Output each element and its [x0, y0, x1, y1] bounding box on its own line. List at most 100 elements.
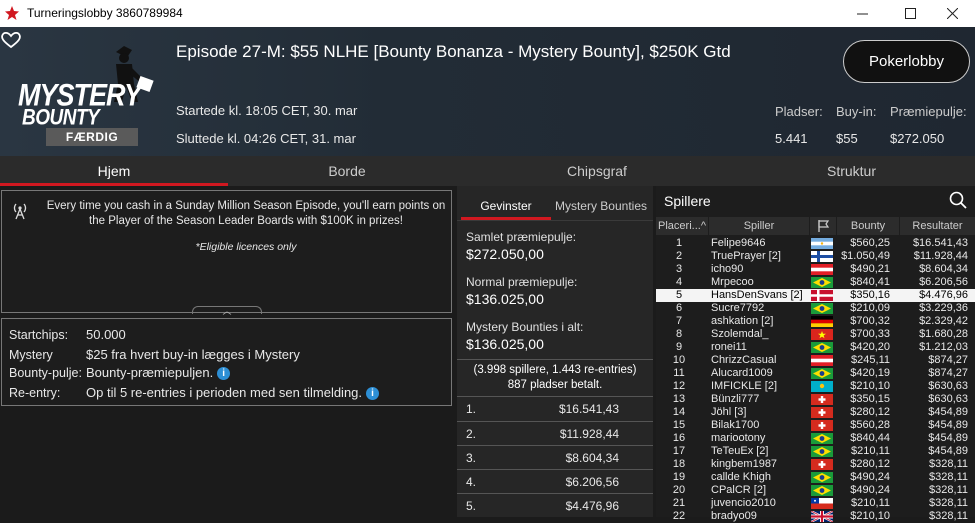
player-row[interactable]: 4 Mrpecoo $840,41 $6.206,56: [656, 276, 975, 289]
col-place-label: Placeri...: [658, 220, 701, 232]
total-prize-label: Samlet præmiepulje:: [466, 230, 577, 244]
col-header-player[interactable]: Spiller: [709, 217, 809, 235]
search-icon[interactable]: [949, 191, 967, 209]
country-flag-icon: [811, 446, 833, 457]
player-result: $328,11: [929, 497, 968, 509]
window-title: Turneringslobby 3860789984: [27, 6, 183, 20]
player-name: TeTeuEx [2]: [711, 445, 769, 457]
entries-summary: (3.998 spillere, 1.443 re-entries): [473, 364, 637, 376]
col-header-place[interactable]: Placeri...^: [656, 217, 708, 235]
col-header-flag[interactable]: [810, 217, 836, 235]
country-flag-icon: [811, 303, 833, 314]
prize-row: 5. $4.476,96: [457, 495, 653, 517]
mystery-value-1: $25 fra hvert buy-in lægges i Mystery: [86, 347, 300, 362]
player-result: $1.680,28: [919, 328, 968, 340]
player-result: $454,89: [928, 419, 968, 431]
player-name: Szolemdal_: [711, 328, 769, 340]
reentry-label: Re-entry:: [9, 386, 61, 400]
player-bounty: $210,11: [851, 497, 890, 509]
prize-row: 2. $11.928,44: [457, 423, 653, 445]
player-row[interactable]: 12 IMFICKLE [2] $210,10 $630,63: [656, 380, 975, 393]
player-bounty: $1.050,49: [841, 250, 890, 262]
prize-place: 3.: [466, 451, 477, 465]
player-bounty: $560,28: [850, 419, 890, 431]
player-result: $874,27: [928, 367, 968, 379]
player-row[interactable]: 16 mariootony $840,44 $454,89: [656, 432, 975, 445]
player-place: 13: [672, 393, 686, 405]
player-row[interactable]: 2 TruePrayer [2] $1.050,49 $11.928,44: [656, 250, 975, 263]
player-place: 16: [672, 432, 686, 444]
player-name: Felipe9646: [711, 237, 766, 249]
player-result: $630,63: [928, 393, 968, 405]
tab-chipsgraf[interactable]: Chipsgraf: [466, 156, 728, 186]
player-bounty: $420,20: [850, 341, 890, 353]
startchips-label: Startchips:: [9, 328, 69, 342]
info-icon[interactable]: i: [366, 387, 380, 400]
player-place: 17: [672, 445, 686, 457]
country-flag-icon: [811, 394, 833, 405]
player-row[interactable]: 5 HansDenSvans [2] $350,16 $4.476,96: [656, 289, 975, 302]
player-bounty: $245,11: [851, 354, 890, 366]
sort-asc-icon: ^: [700, 220, 706, 232]
flag-icon: [818, 220, 830, 232]
player-place: 8: [675, 328, 683, 340]
maximize-button[interactable]: [887, 0, 933, 27]
player-result: $328,11: [929, 484, 968, 496]
player-result: $2.329,42: [919, 315, 968, 327]
country-flag-icon: [811, 433, 833, 444]
player-row[interactable]: 1 Felipe9646 $560,25 $16.541,43: [656, 237, 975, 250]
player-place: 1: [675, 237, 683, 249]
col-header-result[interactable]: Resultater: [900, 217, 975, 235]
window-titlebar: Turneringslobby 3860789984: [0, 0, 975, 27]
player-row[interactable]: 6 Sucre7792 $210,09 $3.229,36: [656, 302, 975, 315]
tab-mystery-bounties[interactable]: Mystery Bounties: [551, 192, 651, 220]
player-row[interactable]: 15 Bilak1700 $560,28 $454,89: [656, 419, 975, 432]
player-place: 9: [675, 341, 683, 353]
reentry-value-row: Op til 5 re-entries i perioden med sen t…: [86, 385, 380, 400]
player-row[interactable]: 10 ChrizzCasual $245,11 $874,27: [656, 354, 975, 367]
player-place: 15: [672, 419, 686, 431]
player-name: Sucre7792: [711, 302, 765, 314]
player-row[interactable]: 21 juvencio2010 $210,11 $328,11: [656, 497, 975, 510]
prizepool-label: Præmiepulje:: [890, 104, 967, 119]
minimize-button[interactable]: [839, 0, 885, 27]
player-bounty: $280,12: [850, 406, 890, 418]
player-result: $630,63: [928, 380, 968, 392]
poker-lobby-button[interactable]: Pokerlobby: [843, 40, 970, 83]
player-row[interactable]: 17 TeTeuEx [2] $210,11 $454,89: [656, 445, 975, 458]
player-row[interactable]: 20 CPalCR [2] $490,24 $328,11: [656, 484, 975, 497]
player-row[interactable]: 9 ronei11 $420,20 $1.212,03: [656, 341, 975, 354]
close-icon: [946, 8, 958, 19]
player-row[interactable]: 18 kingbem1987 $280,12 $328,11: [656, 458, 975, 471]
player-name: ChrizzCasual: [711, 354, 777, 366]
tab-hjem[interactable]: Hjem: [0, 156, 228, 186]
country-flag-icon: [811, 368, 833, 379]
player-row[interactable]: 11 Alucard1009 $420,19 $874,27: [656, 367, 975, 380]
player-row[interactable]: 19 callde Khigh $490,24 $328,11: [656, 471, 975, 484]
player-row[interactable]: 8 Szolemdal_ $700,33 $1.680,28: [656, 328, 975, 341]
prize-amount: $4.476,96: [565, 499, 619, 513]
player-row[interactable]: 14 Jöhl [3] $280,12 $454,89: [656, 406, 975, 419]
tab-borde[interactable]: Borde: [228, 156, 466, 186]
chevron-up-icon: ︿: [222, 306, 232, 316]
player-row[interactable]: 3 icho90 $490,21 $8.604,34: [656, 263, 975, 276]
total-prize-value: $272.050,00: [466, 246, 544, 262]
tab-struktur[interactable]: Struktur: [728, 156, 975, 186]
startchips-value: 50.000: [86, 327, 126, 342]
info-icon[interactable]: i: [217, 367, 231, 380]
collapse-toggle[interactable]: ︿: [192, 306, 262, 316]
tab-gevinster[interactable]: Gevinster: [461, 192, 551, 220]
player-row[interactable]: 13 Bünzli777 $350,15 $630,63: [656, 393, 975, 406]
prize-place: 4.: [466, 475, 477, 489]
player-bounty: $840,44: [850, 432, 890, 444]
player-name: HansDenSvans [2]: [711, 289, 803, 301]
close-button[interactable]: [929, 0, 975, 27]
player-row[interactable]: 7 ashkation [2] $700,32 $2.329,42: [656, 315, 975, 328]
promo-box: Every time you cash in a Sunday Million …: [1, 190, 452, 316]
player-place: 7: [675, 315, 683, 327]
col-header-bounty[interactable]: Bounty: [837, 217, 899, 235]
country-flag-icon: [811, 472, 833, 483]
player-bounty: $560,25: [850, 237, 890, 249]
prize-amount: $11.928,44: [559, 427, 619, 441]
player-place: 20: [672, 484, 686, 496]
